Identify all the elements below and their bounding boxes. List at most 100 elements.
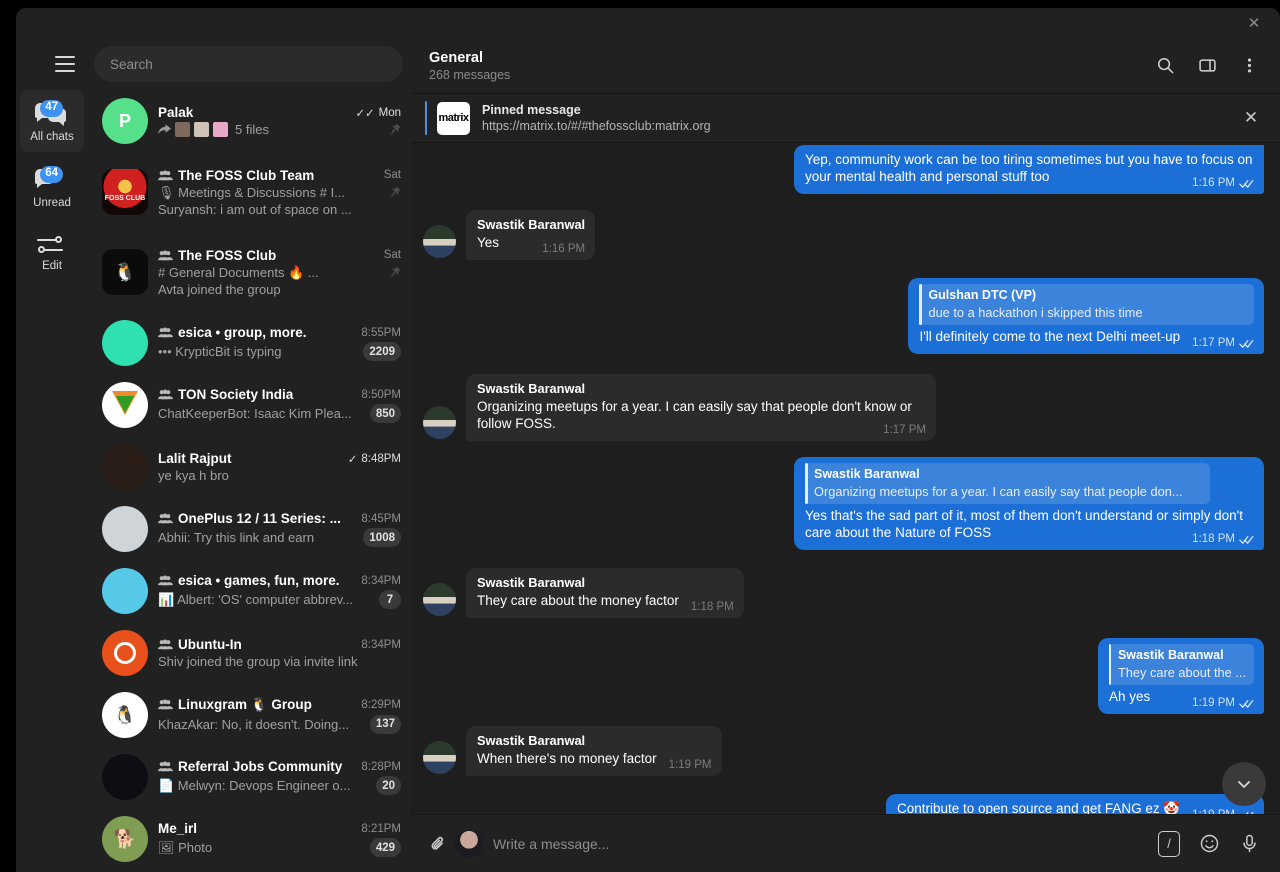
sidebar-item-edit[interactable]: Edit (20, 222, 84, 284)
read-receipt-icon: ✓✓ (355, 107, 375, 120)
unread-count-badge: 1008 (363, 528, 401, 547)
chat-preview: Shiv joined the group via invite link (158, 654, 358, 669)
unread-badge: 64 (40, 165, 63, 183)
message-meta: 1:19 PM (669, 757, 712, 774)
chat-list-item[interactable]: 🐧 The FOSS Club Sat # General Documents 🔥 .… (88, 232, 411, 312)
scroll-to-bottom-button[interactable] (1222, 762, 1266, 806)
chat-list[interactable]: P Palak ✓✓ Mon 5 files FOSS CLUB The FOSS Club… (88, 90, 411, 872)
chat-list-item[interactable]: P Palak ✓✓ Mon 5 files (88, 90, 411, 152)
message-bubble[interactable]: Contribute to open source and get FANG e… (885, 794, 1264, 814)
chat-list-item[interactable]: TON Society India 8:50PM ChatKeeperBot: Is… (88, 374, 411, 436)
message-bubble[interactable]: Swastik Baranwal They care about the ... A… (1097, 638, 1264, 714)
message-bubble[interactable]: Swastik Baranwal Organizing meetups for a… (466, 374, 936, 441)
chat-preview: ChatKeeperBot: Isaac Kim Plea... (158, 406, 352, 421)
message-row[interactable]: Swastik Baranwal They care about the mone… (423, 568, 1264, 618)
avatar[interactable] (455, 829, 483, 858)
message-timestamp: 1:16 PM (542, 243, 586, 255)
sidebar-item-all-chats[interactable]: 47 All chats (20, 90, 84, 152)
message-row[interactable]: Swastik Baranwal When there's no money fa… (423, 726, 1264, 776)
unread-count-badge: 20 (376, 776, 401, 795)
message-meta: 1:18 PM (1192, 531, 1254, 548)
avatar: FOSS CLUB (102, 169, 148, 215)
reply-sender: Swastik Baranwal (814, 467, 920, 481)
message-timestamp: 1:19 PM (1192, 697, 1235, 709)
message-text: Contribute to open source and get FANG e… (896, 801, 1181, 814)
message-text: Ah yes (1108, 689, 1151, 704)
message-row[interactable]: Gulshan DTC (VP) due to a hackathon i ski… (423, 278, 1264, 354)
message-row[interactable]: Swastik Baranwal They care about the ... A… (423, 638, 1264, 714)
pinned-message-bar[interactable]: matrix Pinned message https://matrix.to/… (411, 94, 1280, 143)
window-close-button[interactable]: ✕ (1240, 12, 1268, 34)
chat-title: esica • group, more. (178, 325, 307, 340)
avatar[interactable] (423, 583, 456, 616)
chat-list-item[interactable]: FOSS CLUB The FOSS Club Team Sat 🎙 Meetings… (88, 152, 411, 232)
reply-quote[interactable]: Gulshan DTC (VP) due to a hackathon i ski… (919, 284, 1254, 325)
message-row[interactable]: Swastik Baranwal Organizing meetups for a… (423, 457, 1264, 550)
message-row[interactable]: Swastik Baranwal Organizing meetups for a… (423, 374, 1264, 441)
message-meta: 1:19 PM (1192, 807, 1254, 814)
reply-quote[interactable]: Swastik Baranwal They care about the ... (1108, 644, 1254, 685)
chat-title: Referral Jobs Community (178, 759, 343, 774)
message-row[interactable]: Yep, community work can be too tiring so… (423, 145, 1264, 194)
message-bubble[interactable]: Swastik Baranwal Organizing meetups for a… (794, 457, 1264, 550)
avatar[interactable] (423, 225, 456, 258)
smiley-icon[interactable] (1192, 827, 1226, 861)
avatar (102, 568, 148, 614)
pin-icon (389, 123, 401, 137)
pin-icon (389, 186, 401, 200)
message-timestamp: 1:19 PM (1192, 807, 1235, 814)
chat-list-item[interactable]: 🐕 Me_irl 8:21PM 🖼 Photo 429 (88, 808, 411, 870)
message-meta: 1:19 PM (1192, 695, 1254, 712)
message-bubble[interactable]: Swastik Baranwal They care about the mone… (466, 568, 744, 618)
reply-text: due to a hackathon i skipped this time (928, 305, 1143, 320)
message-meta: 1:17 PM (1192, 335, 1254, 352)
avatar: P (102, 98, 148, 144)
message-bubble[interactable]: Gulshan DTC (VP) due to a hackathon i ski… (908, 278, 1264, 354)
search-input[interactable] (110, 56, 387, 72)
chat-timestamp: 8:50PM (361, 388, 401, 401)
chat-preview: 5 files (158, 122, 384, 137)
pinned-close-button[interactable]: ✕ (1236, 103, 1266, 133)
pinned-stripe (425, 101, 427, 135)
paperclip-icon[interactable] (421, 827, 455, 861)
group-icon (158, 575, 173, 586)
message-text: They care about the money factor (477, 593, 679, 608)
telegram-window: ✕ 47 All chats 64 Unread Edit Search P P… (16, 8, 1280, 872)
chat-timestamp: Sat (383, 249, 401, 261)
avatar[interactable] (423, 741, 456, 774)
sidebar-item-unread[interactable]: 64 Unread (20, 156, 84, 218)
message-bubble[interactable]: Swastik Baranwal When there's no money fa… (466, 726, 722, 776)
message-timestamp: 1:19 PM (668, 759, 712, 771)
chat-list-item[interactable]: OnePlus 12 / 11 Series: ... 8:45PM Abhii: … (88, 498, 411, 560)
chat-list-item[interactable]: 🐧 Linuxgram 🐧 Group 8:29PM KhazAkar: No, it… (88, 684, 411, 746)
message-list[interactable]: Yep, community work can be too tiring so… (411, 143, 1280, 814)
message-row[interactable]: Contribute to open source and get FANG e… (423, 794, 1264, 814)
chat-list-item[interactable]: esica • group, more. 8:55PM ••• KrypticBit… (88, 312, 411, 374)
chat-list-item[interactable]: esica • games, fun, more. 8:34PM 📊 Albert:… (88, 560, 411, 622)
right-panel-icon[interactable] (1190, 49, 1224, 83)
more-vertical-icon[interactable] (1232, 49, 1266, 83)
message-input[interactable]: Write a message... (493, 836, 609, 852)
avatar (102, 444, 148, 490)
chat-list-item[interactable]: Ubuntu-In 8:34PM Shiv joined the group via… (88, 622, 411, 684)
search-box[interactable] (94, 46, 403, 82)
unread-chat-icon: 64 (35, 165, 69, 192)
menu-hamburger-icon[interactable] (42, 44, 88, 84)
avatar (102, 320, 148, 366)
message-row[interactable]: Swastik Baranwal Yes 1:16 PM (423, 210, 1264, 260)
group-icon (158, 389, 173, 400)
avatar[interactable] (423, 406, 456, 439)
commands-slash-button[interactable]: / (1152, 827, 1186, 861)
chat-list-item[interactable]: Referral Jobs Community 8:28PM 📄 Melwyn: D… (88, 746, 411, 808)
all-chats-label: All chats (30, 130, 74, 143)
reply-quote[interactable]: Swastik Baranwal Organizing meetups for a… (805, 463, 1210, 504)
message-bubble[interactable]: Yep, community work can be too tiring so… (794, 145, 1264, 194)
message-bubble[interactable]: Swastik Baranwal Yes 1:16 PM (466, 210, 596, 260)
search-icon[interactable] (1148, 49, 1182, 83)
message-sender: Swastik Baranwal (477, 575, 586, 590)
message-timestamp: 1:16 PM (1192, 177, 1235, 189)
microphone-icon[interactable] (1232, 827, 1266, 861)
chats-icon: 47 (35, 99, 69, 126)
chat-title: Linuxgram 🐧 Group (178, 696, 312, 712)
chat-list-item[interactable]: Lalit Rajput ✓ 8:48PM ye kya h bro (88, 436, 411, 498)
